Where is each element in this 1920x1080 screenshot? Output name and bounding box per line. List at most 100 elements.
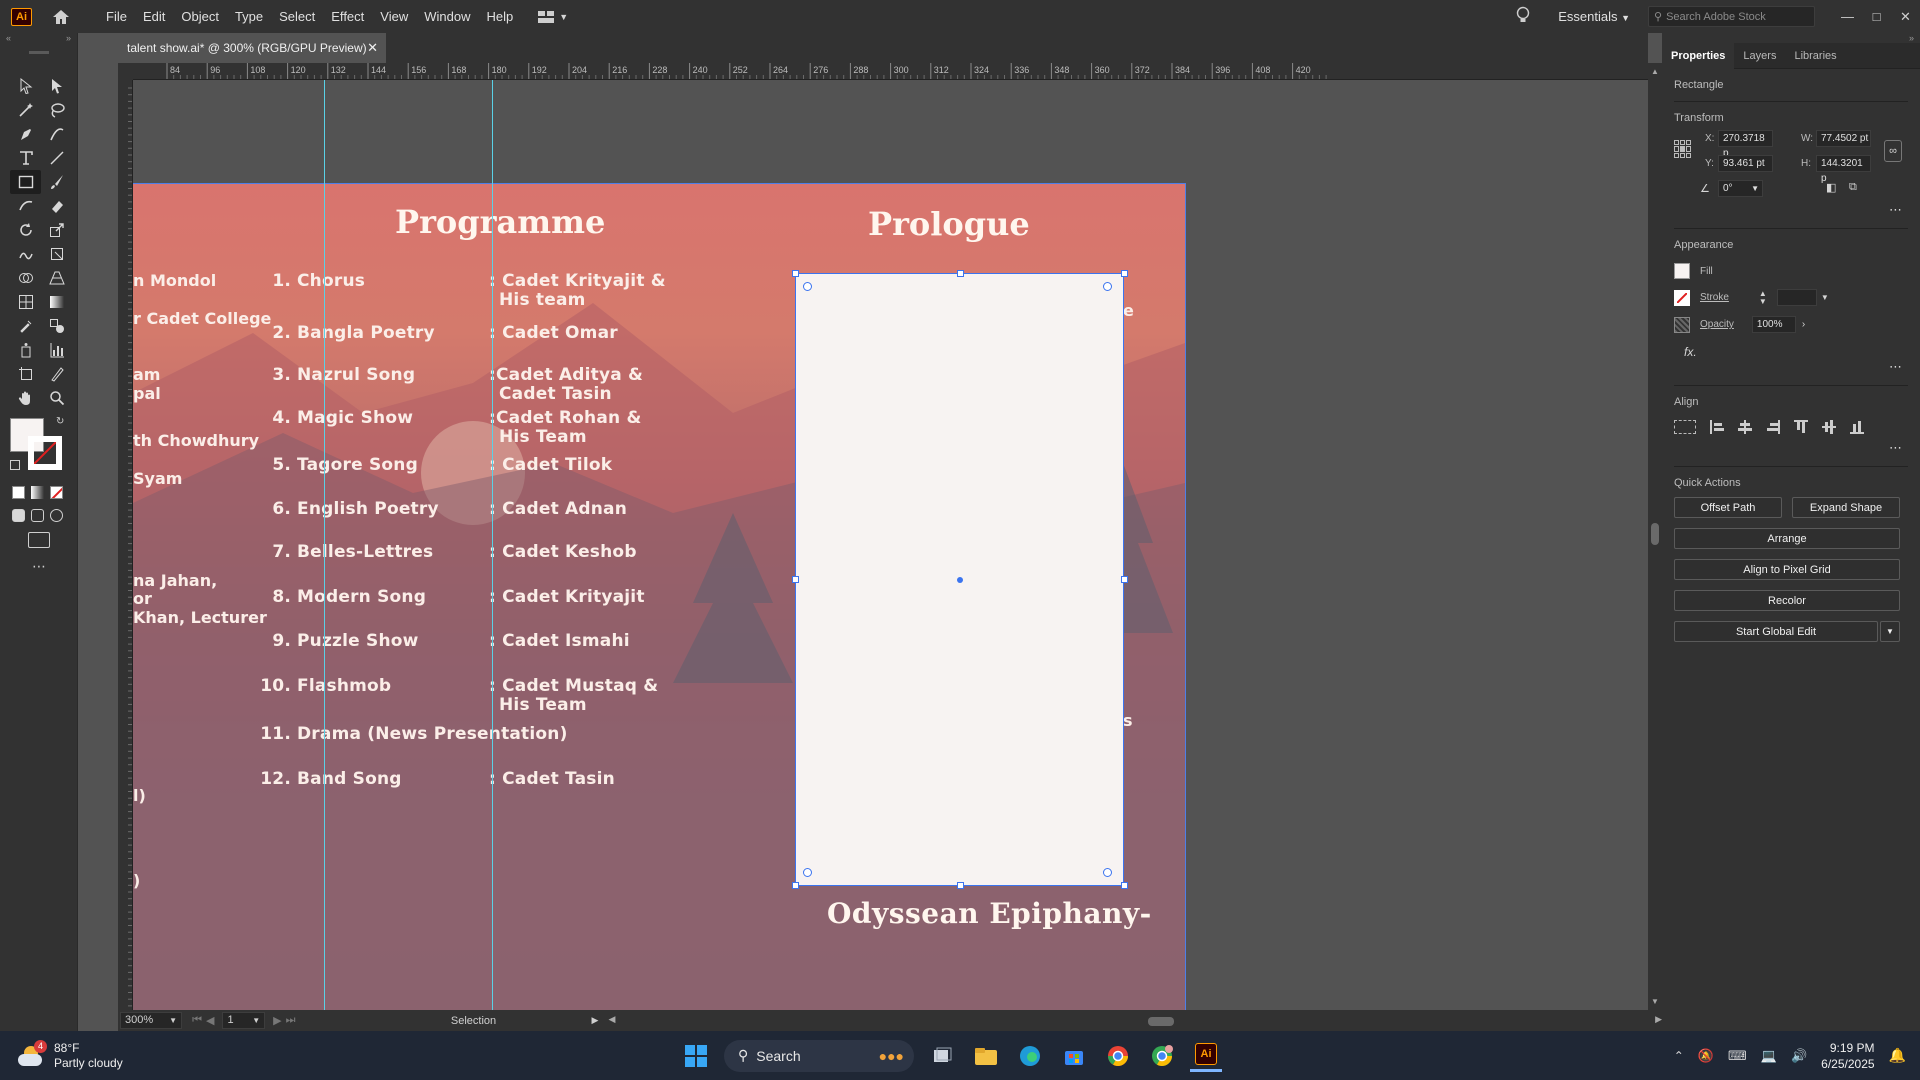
stroke-swatch[interactable] (28, 436, 62, 470)
horizontal-ruler[interactable]: 84 96 108 120 132 144 156 168 180 192 204 216 228 240… (133, 63, 1648, 80)
warp-tool-icon[interactable] (10, 242, 41, 266)
stroke-weight-stepper[interactable]: ▲ ▼ (1759, 289, 1767, 306)
symbol-sprayer-tool-icon[interactable] (10, 338, 41, 362)
align-right-icon[interactable] (1766, 420, 1780, 434)
windows-start-icon[interactable] (680, 1040, 712, 1072)
column-graph-tool-icon[interactable] (41, 338, 72, 362)
recolor-button[interactable]: Recolor (1674, 590, 1900, 611)
home-icon[interactable] (50, 6, 72, 28)
file-explorer-icon[interactable] (970, 1040, 1002, 1072)
align-vertical-center-icon[interactable] (1822, 420, 1836, 434)
arrange-documents-button[interactable]: ▼ (537, 10, 575, 24)
artboard-tool-icon[interactable] (10, 362, 41, 386)
align-pixel-grid-button[interactable]: Align to Pixel Grid (1674, 559, 1900, 580)
menu-help[interactable]: Help (478, 0, 521, 33)
ruler-origin[interactable] (118, 63, 133, 80)
notification-bell-icon[interactable]: 🔔 (1889, 1047, 1906, 1064)
zoom-field[interactable]: 300% ▼ (120, 1012, 183, 1029)
canvas[interactable]: Programme Prologue n Mondol r Cadet Coll… (133, 80, 1648, 1010)
slice-tool-icon[interactable] (41, 362, 72, 386)
status-menu-icon[interactable]: ▶ (592, 1015, 599, 1026)
horizontal-scrollbar[interactable]: ◀ ▶ (608, 1014, 1662, 1028)
chevron-down-icon[interactable]: ▼ (1821, 293, 1829, 302)
magic-wand-tool-icon[interactable] (10, 98, 41, 122)
chevron-up-icon[interactable]: ⌃ (1674, 1049, 1684, 1063)
edge-browser-icon[interactable] (1014, 1040, 1046, 1072)
flip-vertical-icon[interactable]: ⧉ (1849, 181, 1857, 194)
task-view-icon[interactable] (926, 1040, 958, 1072)
rectangle-tool-icon[interactable] (10, 170, 41, 194)
resize-handle-w[interactable] (792, 576, 799, 583)
tab-layers[interactable]: Layers (1734, 43, 1785, 69)
none-icon[interactable] (50, 486, 63, 499)
center-point[interactable] (957, 577, 963, 583)
next-artboard-icon[interactable]: ▶ (273, 1014, 281, 1027)
menu-edit[interactable]: Edit (135, 0, 173, 33)
panel-collapse-icon[interactable]: » (1662, 33, 1920, 43)
reference-point-icon[interactable] (1674, 140, 1692, 158)
lightbulb-icon[interactable] (1516, 6, 1536, 27)
more-tools-icon[interactable]: ⋯ (32, 558, 77, 575)
start-global-edit-button[interactable]: Start Global Edit (1674, 621, 1878, 642)
direct-selection-tool-icon[interactable] (41, 74, 72, 98)
gradient-icon[interactable] (31, 486, 44, 499)
arrange-button[interactable]: Arrange (1674, 528, 1900, 549)
default-colors-icon[interactable] (10, 460, 20, 470)
corner-radius-widget[interactable] (1103, 282, 1112, 291)
toolbar-collapse[interactable]: «» (0, 33, 77, 47)
scroll-right-icon[interactable]: ▶ (1655, 1014, 1662, 1025)
menu-effect[interactable]: Effect (323, 0, 372, 33)
blend-tool-icon[interactable] (41, 314, 72, 338)
pen-tool-icon[interactable] (10, 122, 41, 146)
swap-colors-icon[interactable]: ↻ (56, 416, 64, 427)
workspace-switcher[interactable]: Essentials ▼ (1558, 9, 1630, 24)
align-to-selection-icon[interactable] (1674, 420, 1696, 434)
artboard-number-field[interactable]: 1 ▼ (222, 1012, 266, 1029)
perspective-grid-tool-icon[interactable] (41, 266, 72, 290)
microsoft-store-icon[interactable] (1058, 1040, 1090, 1072)
rotate-tool-icon[interactable] (10, 218, 41, 242)
weather-widget[interactable]: 4 88°F Partly cloudy (18, 1039, 123, 1071)
y-field[interactable]: 93.461 pt (1718, 155, 1773, 172)
curvature-tool-icon[interactable] (41, 122, 72, 146)
menu-view[interactable]: View (372, 0, 416, 33)
shape-builder-tool-icon[interactable] (10, 266, 41, 290)
expand-shape-button[interactable]: Expand Shape (1792, 497, 1900, 518)
close-icon[interactable]: ✕ (367, 40, 378, 56)
menu-file[interactable]: File (98, 0, 135, 33)
h-field[interactable]: 144.3201 p (1816, 155, 1871, 184)
resize-handle-s[interactable] (957, 882, 964, 889)
resize-handle-se[interactable] (1121, 882, 1128, 889)
prev-artboard-icon[interactable]: ◀ (206, 1014, 214, 1027)
tab-libraries[interactable]: Libraries (1785, 43, 1845, 69)
align-bottom-icon[interactable] (1850, 420, 1864, 434)
fx-icon[interactable]: fx. (1674, 345, 1908, 359)
resize-handle-n[interactable] (957, 270, 964, 277)
mesh-tool-icon[interactable] (10, 290, 41, 314)
resize-handle-ne[interactable] (1121, 270, 1128, 277)
stroke-weight-field[interactable] (1776, 289, 1817, 306)
eraser-tool-icon[interactable] (41, 194, 72, 218)
tab-properties[interactable]: Properties (1662, 42, 1735, 69)
corner-radius-widget[interactable] (803, 282, 812, 291)
color-icon[interactable] (12, 486, 25, 499)
paintbrush-tool-icon[interactable] (41, 170, 72, 194)
vertical-scrollbar[interactable]: ▲ ▼ (1648, 63, 1662, 1010)
document-tab[interactable]: talent show.ai* @ 300% (RGB/GPU Preview)… (118, 33, 386, 63)
vertical-guide[interactable] (492, 80, 493, 1010)
vertical-guide[interactable] (324, 80, 325, 1010)
scale-tool-icon[interactable] (41, 218, 72, 242)
chevron-right-icon[interactable]: › (1802, 319, 1805, 330)
chrome-icon[interactable] (1102, 1040, 1134, 1072)
menu-select[interactable]: Select (271, 0, 323, 33)
opacity-field[interactable]: 100% (1751, 316, 1796, 333)
menu-type[interactable]: Type (227, 0, 271, 33)
scroll-down-icon[interactable]: ▼ (1651, 997, 1659, 1006)
align-horizontal-center-icon[interactable] (1738, 420, 1752, 434)
chrome-profile-icon[interactable] (1146, 1040, 1178, 1072)
last-artboard-icon[interactable]: ⏭ (286, 1014, 296, 1027)
rotate-field[interactable]: 0° ▼ (1718, 180, 1763, 197)
vertical-ruler[interactable] (118, 80, 133, 1010)
hand-tool-icon[interactable] (10, 386, 41, 410)
type-tool-icon[interactable] (10, 146, 41, 170)
